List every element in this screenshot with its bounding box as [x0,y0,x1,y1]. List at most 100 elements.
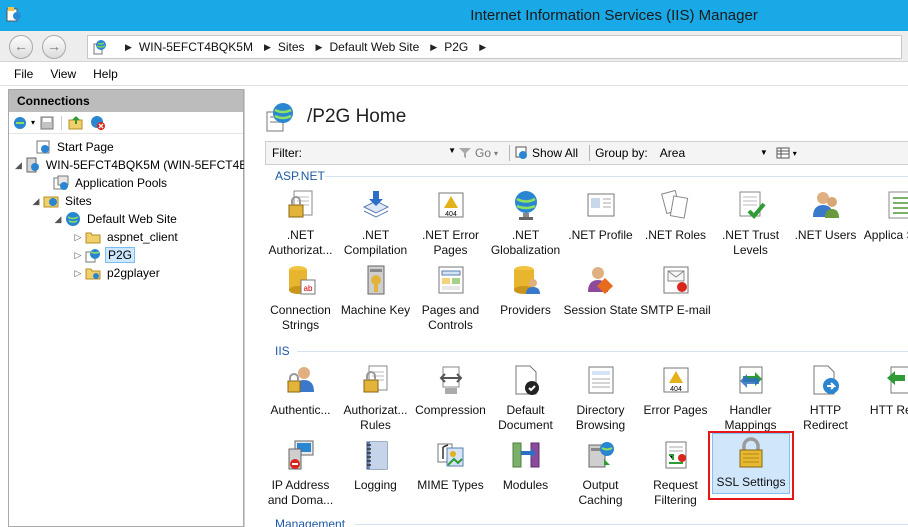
feature-net-globalization[interactable]: .NET Globalization [488,189,563,258]
feature-authentication[interactable]: Authentic... [263,364,338,418]
feature-http-redirect[interactable]: HTTP Redirect [788,364,863,433]
feature-default-document[interactable]: Default Document [488,364,563,433]
filter-divider [589,145,591,161]
feature-ip-address-domain[interactable]: IP Address and Doma... [263,439,338,508]
feature-session-state[interactable]: Session State [563,264,638,318]
disconnect-icon[interactable] [90,115,106,131]
tree-item-aspnet-client[interactable]: ▷ aspnet_client [9,228,243,246]
feature-ssl-settings[interactable]: SSL Settings [708,431,794,500]
breadcrumb[interactable]: ▶ WIN-5EFCT4BQK5M ▶ Sites ▶ Default Web … [87,35,902,59]
tree-item-application-pools[interactable]: Application Pools [9,174,243,192]
feature-net-trust-levels[interactable]: .NET Trust Levels [713,189,788,258]
feature-request-filtering[interactable]: Request Filtering [638,439,713,508]
menu-help[interactable]: Help [93,67,118,81]
svg-text:404: 404 [670,386,682,393]
menu-view[interactable]: View [50,67,76,81]
save-icon[interactable] [39,115,55,131]
tree-item-start-page[interactable]: Start Page [9,138,243,156]
feature-label: Authorizat... Rules [343,403,408,432]
feature-label: .NET Profile [568,228,633,242]
feature-net-users[interactable]: .NET Users [788,189,863,243]
feature-label: MIME Types [417,478,484,492]
connections-toolbar: ▾ [9,112,243,134]
collapse-icon[interactable]: ◢ [53,214,63,225]
section-divider [325,176,908,177]
go-button[interactable]: Go ▾ [458,146,498,160]
features-view: /P2G Home Filter: ▼ Go ▾ Show All Group … [244,89,908,527]
expand-icon[interactable]: ▷ [73,232,83,243]
feature-machine-key[interactable]: Machine Key [338,264,413,318]
filter-input[interactable]: ▼ [308,144,458,162]
feature-connection-strings[interactable]: ab Connection Strings [263,264,338,333]
feature-net-profile[interactable]: .NET Profile [563,189,638,243]
collapse-icon[interactable]: ◢ [15,160,22,171]
window-title: Internet Information Services (IIS) Mana… [470,7,758,24]
tree-item-sites[interactable]: ◢ Sites [9,192,243,210]
feature-output-caching[interactable]: Output Caching [563,439,638,508]
feature-label: .NET Trust Levels [721,228,780,257]
connect-icon[interactable] [13,115,29,131]
feature-smtp-email[interactable]: SMTP E-mail [638,264,713,318]
feature-logging[interactable]: Logging [338,439,413,493]
expand-icon[interactable]: ▷ [73,268,83,279]
feature-label: .NET Globalization [490,228,561,257]
feature-net-compilation[interactable]: .NET Compilation [338,189,413,258]
folder-icon [85,232,101,244]
show-all-button[interactable]: Show All [515,146,578,160]
feature-mime-types[interactable]: MIME Types [413,439,488,493]
feature-label: .NET Authorizat... [268,228,333,257]
feature-providers[interactable]: Providers [488,264,563,318]
group-by-select[interactable]: Area ▼ [656,144,772,162]
back-button[interactable]: ← [9,35,33,59]
modules-icon [512,442,539,468]
feature-compression[interactable]: Compression [413,364,488,418]
pages-controls-icon [438,266,463,294]
feature-application-settings[interactable]: Applica Settin [863,189,908,243]
feature-net-roles[interactable]: .NET Roles [638,189,713,243]
show-all-icon [515,146,528,159]
forward-button[interactable]: → [42,35,66,59]
feature-net-authorization[interactable]: .NET Authorizat... [263,189,338,258]
breadcrumb-default-web-site[interactable]: Default Web Site [329,40,419,54]
breadcrumb-server[interactable]: WIN-5EFCT4BQK5M [139,40,253,54]
breadcrumb-sites[interactable]: Sites [278,40,305,54]
up-level-icon[interactable] [68,115,84,131]
menu-file[interactable]: File [14,67,33,81]
expand-icon[interactable]: ▷ [73,250,83,261]
view-mode-button[interactable]: ▾ [776,146,797,160]
breadcrumb-p2g[interactable]: P2G [444,40,468,54]
feature-label: Connection Strings [270,303,331,332]
feature-pages-and-controls[interactable]: Pages and Controls [413,264,488,333]
feature-label: Pages and Controls [421,303,480,332]
compression-icon [439,366,462,394]
connections-header: Connections [9,90,243,112]
tree-item-p2g[interactable]: ▷ P2G [9,246,243,264]
server-icon [26,157,39,173]
folder-icon [85,268,101,280]
net-authorization-icon [288,190,312,218]
feature-handler-mappings[interactable]: Handler Mappings [713,364,788,433]
tree-item-server[interactable]: ◢ WIN-5EFCT4BQK5M (WIN-5EFCT4B [9,156,247,174]
handler-mappings-icon [739,366,762,394]
tree-item-label: Default Web Site [87,212,177,226]
menu-bar: File View Help [0,62,908,86]
connections-panel: Connections ▾ Start Page ◢ WIN-5EFCT4BQK… [8,89,247,527]
feature-http-response-headers[interactable]: HTT Respo [863,364,908,418]
filter-bar: Filter: ▼ Go ▾ Show All Group by: Area ▼… [265,141,908,165]
feature-error-pages[interactable]: 404 Error Pages [638,364,713,418]
feature-directory-browsing[interactable]: Directory Browsing [563,364,638,433]
feature-net-error-pages[interactable]: 404 .NET Error Pages [413,189,488,258]
feature-authorization-rules[interactable]: Authorizat... Rules [338,364,413,433]
toolbar-divider [61,115,63,130]
collapse-icon[interactable]: ◢ [31,196,41,207]
group-by-value: Area [659,146,686,160]
feature-label: Request Filtering [653,478,698,507]
tree-item-p2gplayer[interactable]: ▷ p2gplayer [9,264,243,282]
tree-item-default-web-site[interactable]: ◢ Default Web Site [9,210,243,228]
feature-label: .NET Error Pages [421,228,480,257]
feature-label: Directory Browsing [575,403,626,432]
breadcrumb-separator: ▶ [479,41,487,52]
feature-modules[interactable]: Modules [488,439,563,493]
globe-icon [85,249,100,263]
chevron-down-icon[interactable]: ▾ [31,118,35,127]
